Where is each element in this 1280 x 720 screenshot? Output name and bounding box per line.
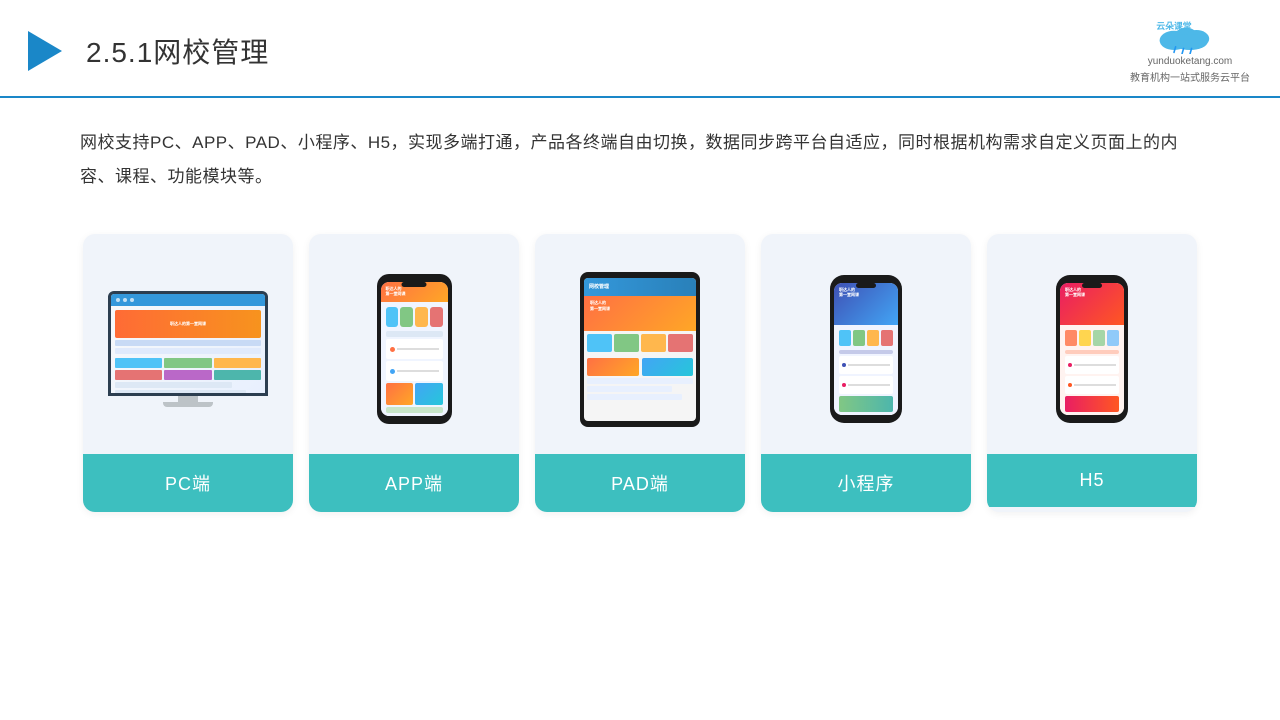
page-title: 2.5.1网校管理 xyxy=(86,31,269,71)
card-miniprogram: 职达人的第一堂网课 xyxy=(761,234,971,512)
pc-image-area: 职达人的第一堂网课 xyxy=(83,234,293,454)
h5-label: H5 xyxy=(987,454,1197,507)
pc-mockup: 职达人的第一堂网课 xyxy=(108,291,268,407)
header-left: 2.5.1网校管理 xyxy=(20,26,269,76)
pad-mockup: 网校管理 职达人的第一堂网课 xyxy=(580,272,700,427)
h5-mockup: 职达人的第一堂网课 xyxy=(1056,275,1128,423)
brand-cloud-icon: 云朵课堂 xyxy=(1150,18,1230,54)
brand-logo: 云朵课堂 yunduoketang.com 教育机构一站式服务云平台 xyxy=(1130,18,1250,84)
app-mockup: 职达人的第一堂网课 xyxy=(377,274,452,424)
pc-label: PC端 xyxy=(83,454,293,512)
pad-image-area: 网校管理 职达人的第一堂网课 xyxy=(535,234,745,454)
miniprogram-image-area: 职达人的第一堂网课 xyxy=(761,234,971,454)
miniprogram-label: 小程序 xyxy=(761,454,971,512)
description-text: 网校支持PC、APP、PAD、小程序、H5，实现多端打通，产品各终端自由切换，数… xyxy=(0,98,1280,214)
phone-notch xyxy=(402,282,427,287)
card-app: 职达人的第一堂网课 xyxy=(309,234,519,512)
h5-image-area: 职达人的第一堂网课 xyxy=(987,234,1197,454)
miniprogram-mockup: 职达人的第一堂网课 xyxy=(830,275,902,423)
card-pad: 网校管理 职达人的第一堂网课 xyxy=(535,234,745,512)
svg-text:云朵课堂: 云朵课堂 xyxy=(1156,20,1191,31)
card-h5: 职达人的第一堂网课 xyxy=(987,234,1197,512)
brand-tagline: 教育机构一站式服务云平台 xyxy=(1130,69,1250,84)
pc-screen: 职达人的第一堂网课 xyxy=(108,291,268,396)
logo-icon xyxy=(20,26,70,76)
header: 2.5.1网校管理 云朵课堂 yunduoketang.com 教育机构一站式服… xyxy=(0,0,1280,98)
pad-label: PAD端 xyxy=(535,454,745,512)
brand-url: yunduoketang.com xyxy=(1148,56,1233,67)
cards-container: 职达人的第一堂网课 xyxy=(0,224,1280,532)
app-label: APP端 xyxy=(309,454,519,512)
tablet-screen: 网校管理 职达人的第一堂网课 xyxy=(584,278,696,421)
app-image-area: 职达人的第一堂网课 xyxy=(309,234,519,454)
card-pc: 职达人的第一堂网课 xyxy=(83,234,293,512)
phone-screen: 职达人的第一堂网课 xyxy=(381,282,448,416)
